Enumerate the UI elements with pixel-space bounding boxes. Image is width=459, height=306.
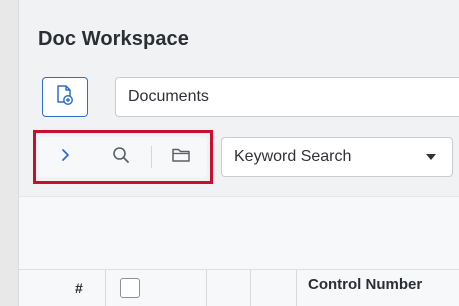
chevron-down-icon <box>426 154 436 160</box>
search-type-value: Keyword Search <box>234 148 352 165</box>
column-divider <box>296 270 297 306</box>
document-grid: # Control Number <box>19 196 459 306</box>
column-divider <box>206 270 207 306</box>
column-divider <box>105 270 106 306</box>
grid-top-divider <box>19 196 459 197</box>
column-header-control-number[interactable]: Control Number <box>308 276 422 293</box>
doc-workspace-panel: Doc Workspace Documents Keyword Search #… <box>18 0 459 306</box>
header-row-divider <box>19 269 459 270</box>
document-type-value: Documents <box>128 88 209 105</box>
column-divider <box>250 270 251 306</box>
select-all-checkbox[interactable] <box>120 278 140 298</box>
column-header-number[interactable]: # <box>75 280 83 296</box>
new-document-button[interactable] <box>42 77 88 117</box>
page-title: Doc Workspace <box>38 28 189 50</box>
search-type-select[interactable]: Keyword Search <box>221 137 453 177</box>
highlight-box <box>33 130 213 184</box>
document-add-icon <box>56 84 74 110</box>
document-type-select[interactable]: Documents <box>115 77 459 117</box>
